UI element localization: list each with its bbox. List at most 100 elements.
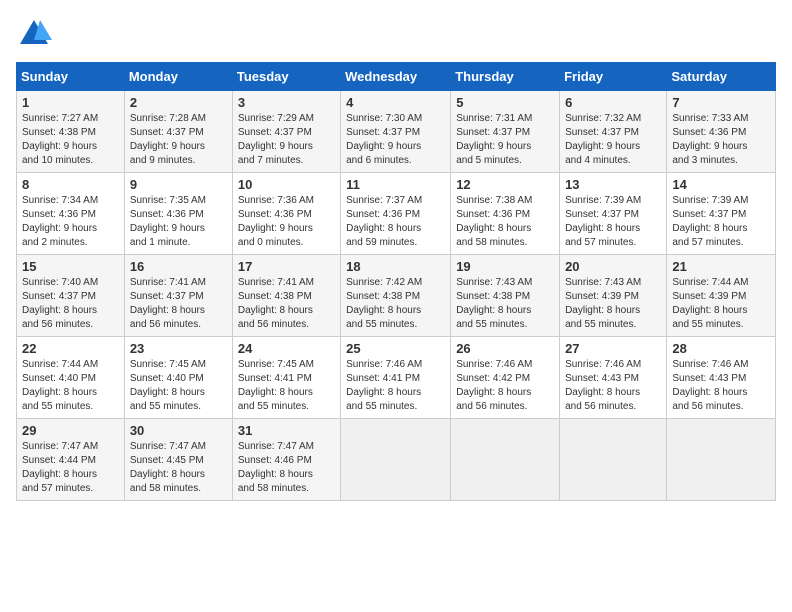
day-number: 23 (130, 341, 227, 356)
day-info: Sunrise: 7:39 AM Sunset: 4:37 PM Dayligh… (565, 194, 661, 250)
calendar-cell: 15 Sunrise: 7:40 AM Sunset: 4:37 PM Dayli… (17, 255, 125, 337)
calendar-cell: 28 Sunrise: 7:46 AM Sunset: 4:43 PM Dayli… (667, 337, 776, 419)
calendar-cell: 20 Sunrise: 7:43 AM Sunset: 4:39 PM Dayli… (560, 255, 667, 337)
calendar-cell: 29 Sunrise: 7:47 AM Sunset: 4:44 PM Dayli… (17, 419, 125, 501)
day-number: 12 (456, 177, 554, 192)
day-number: 16 (130, 259, 227, 274)
col-header-thursday: Thursday (451, 63, 560, 91)
day-info: Sunrise: 7:41 AM Sunset: 4:37 PM Dayligh… (130, 276, 227, 332)
calendar-cell: 24 Sunrise: 7:45 AM Sunset: 4:41 PM Dayli… (232, 337, 340, 419)
calendar-week-3: 15 Sunrise: 7:40 AM Sunset: 4:37 PM Dayli… (17, 255, 776, 337)
day-number: 15 (22, 259, 119, 274)
day-info: Sunrise: 7:41 AM Sunset: 4:38 PM Dayligh… (238, 276, 335, 332)
calendar-cell: 8Sunrise: 7:34 AM Sunset: 4:36 PM Daylig… (17, 173, 125, 255)
calendar-cell: 7Sunrise: 7:33 AM Sunset: 4:36 PM Daylig… (667, 91, 776, 173)
day-number: 2 (130, 95, 227, 110)
day-number: 13 (565, 177, 661, 192)
day-info: Sunrise: 7:28 AM Sunset: 4:37 PM Dayligh… (130, 112, 227, 168)
calendar-cell: 6 Sunrise: 7:32 AM Sunset: 4:37 PM Daylig… (560, 91, 667, 173)
logo-icon (16, 16, 52, 52)
calendar-cell: 10 Sunrise: 7:36 AM Sunset: 4:36 PM Dayli… (232, 173, 340, 255)
day-info: Sunrise: 7:32 AM Sunset: 4:37 PM Dayligh… (565, 112, 661, 168)
day-info: Sunrise: 7:37 AM Sunset: 4:36 PM Dayligh… (346, 194, 445, 250)
day-info: Sunrise: 7:46 AM Sunset: 4:43 PM Dayligh… (672, 358, 770, 414)
calendar-cell: 31Sunrise: 7:47 AM Sunset: 4:46 PM Dayli… (232, 419, 340, 501)
day-info: Sunrise: 7:47 AM Sunset: 4:45 PM Dayligh… (130, 440, 227, 496)
day-number: 27 (565, 341, 661, 356)
calendar-cell: 23 Sunrise: 7:45 AM Sunset: 4:40 PM Dayli… (124, 337, 232, 419)
day-number: 17 (238, 259, 335, 274)
calendar-cell: 9 Sunrise: 7:35 AM Sunset: 4:36 PM Daylig… (124, 173, 232, 255)
day-info: Sunrise: 7:43 AM Sunset: 4:38 PM Dayligh… (456, 276, 554, 332)
day-info: Sunrise: 7:45 AM Sunset: 4:40 PM Dayligh… (130, 358, 227, 414)
calendar-week-1: 1 Sunrise: 7:27 AM Sunset: 4:38 PM Daylig… (17, 91, 776, 173)
col-header-wednesday: Wednesday (341, 63, 451, 91)
calendar-cell (560, 419, 667, 501)
day-number: 1 (22, 95, 119, 110)
calendar-cell: 5Sunrise: 7:31 AM Sunset: 4:37 PM Daylig… (451, 91, 560, 173)
col-header-tuesday: Tuesday (232, 63, 340, 91)
calendar-header-row: SundayMondayTuesdayWednesdayThursdayFrid… (17, 63, 776, 91)
calendar-cell (451, 419, 560, 501)
day-number: 30 (130, 423, 227, 438)
day-info: Sunrise: 7:47 AM Sunset: 4:44 PM Dayligh… (22, 440, 119, 496)
day-number: 14 (672, 177, 770, 192)
col-header-saturday: Saturday (667, 63, 776, 91)
day-info: Sunrise: 7:45 AM Sunset: 4:41 PM Dayligh… (238, 358, 335, 414)
day-number: 21 (672, 259, 770, 274)
calendar-cell: 16 Sunrise: 7:41 AM Sunset: 4:37 PM Dayli… (124, 255, 232, 337)
day-number: 22 (22, 341, 119, 356)
day-info: Sunrise: 7:35 AM Sunset: 4:36 PM Dayligh… (130, 194, 227, 250)
day-number: 4 (346, 95, 445, 110)
col-header-monday: Monday (124, 63, 232, 91)
calendar-cell: 21Sunrise: 7:44 AM Sunset: 4:39 PM Dayli… (667, 255, 776, 337)
day-info: Sunrise: 7:36 AM Sunset: 4:36 PM Dayligh… (238, 194, 335, 250)
day-number: 29 (22, 423, 119, 438)
calendar-cell: 30 Sunrise: 7:47 AM Sunset: 4:45 PM Dayli… (124, 419, 232, 501)
day-number: 24 (238, 341, 335, 356)
calendar-cell: 14 Sunrise: 7:39 AM Sunset: 4:37 PM Dayli… (667, 173, 776, 255)
day-number: 9 (130, 177, 227, 192)
day-info: Sunrise: 7:43 AM Sunset: 4:39 PM Dayligh… (565, 276, 661, 332)
day-number: 6 (565, 95, 661, 110)
day-number: 11 (346, 177, 445, 192)
calendar-cell: 19 Sunrise: 7:43 AM Sunset: 4:38 PM Dayli… (451, 255, 560, 337)
calendar-cell: 13 Sunrise: 7:39 AM Sunset: 4:37 PM Dayli… (560, 173, 667, 255)
calendar-cell: 1 Sunrise: 7:27 AM Sunset: 4:38 PM Daylig… (17, 91, 125, 173)
day-number: 3 (238, 95, 335, 110)
col-header-sunday: Sunday (17, 63, 125, 91)
day-number: 19 (456, 259, 554, 274)
day-number: 20 (565, 259, 661, 274)
day-info: Sunrise: 7:39 AM Sunset: 4:37 PM Dayligh… (672, 194, 770, 250)
day-info: Sunrise: 7:47 AM Sunset: 4:46 PM Dayligh… (238, 440, 335, 496)
page-header (16, 16, 776, 52)
day-info: Sunrise: 7:40 AM Sunset: 4:37 PM Dayligh… (22, 276, 119, 332)
calendar-week-5: 29 Sunrise: 7:47 AM Sunset: 4:44 PM Dayli… (17, 419, 776, 501)
calendar-week-2: 8Sunrise: 7:34 AM Sunset: 4:36 PM Daylig… (17, 173, 776, 255)
day-number: 28 (672, 341, 770, 356)
calendar-cell: 11 Sunrise: 7:37 AM Sunset: 4:36 PM Dayli… (341, 173, 451, 255)
calendar-cell: 2 Sunrise: 7:28 AM Sunset: 4:37 PM Daylig… (124, 91, 232, 173)
day-info: Sunrise: 7:46 AM Sunset: 4:41 PM Dayligh… (346, 358, 445, 414)
day-info: Sunrise: 7:38 AM Sunset: 4:36 PM Dayligh… (456, 194, 554, 250)
calendar-cell: 26 Sunrise: 7:46 AM Sunset: 4:42 PM Dayli… (451, 337, 560, 419)
day-number: 10 (238, 177, 335, 192)
calendar-table: SundayMondayTuesdayWednesdayThursdayFrid… (16, 62, 776, 501)
logo (16, 16, 56, 52)
day-number: 26 (456, 341, 554, 356)
calendar-cell: 4 Sunrise: 7:30 AM Sunset: 4:37 PM Daylig… (341, 91, 451, 173)
day-info: Sunrise: 7:34 AM Sunset: 4:36 PM Dayligh… (22, 194, 119, 250)
day-info: Sunrise: 7:27 AM Sunset: 4:38 PM Dayligh… (22, 112, 119, 168)
calendar-cell: 3Sunrise: 7:29 AM Sunset: 4:37 PM Daylig… (232, 91, 340, 173)
calendar-cell: 25Sunrise: 7:46 AM Sunset: 4:41 PM Dayli… (341, 337, 451, 419)
calendar-cell: 27Sunrise: 7:46 AM Sunset: 4:43 PM Dayli… (560, 337, 667, 419)
calendar-cell (667, 419, 776, 501)
day-info: Sunrise: 7:42 AM Sunset: 4:38 PM Dayligh… (346, 276, 445, 332)
col-header-friday: Friday (560, 63, 667, 91)
day-number: 18 (346, 259, 445, 274)
day-info: Sunrise: 7:44 AM Sunset: 4:40 PM Dayligh… (22, 358, 119, 414)
calendar-cell: 18 Sunrise: 7:42 AM Sunset: 4:38 PM Dayli… (341, 255, 451, 337)
day-info: Sunrise: 7:30 AM Sunset: 4:37 PM Dayligh… (346, 112, 445, 168)
day-info: Sunrise: 7:46 AM Sunset: 4:42 PM Dayligh… (456, 358, 554, 414)
calendar-cell (341, 419, 451, 501)
